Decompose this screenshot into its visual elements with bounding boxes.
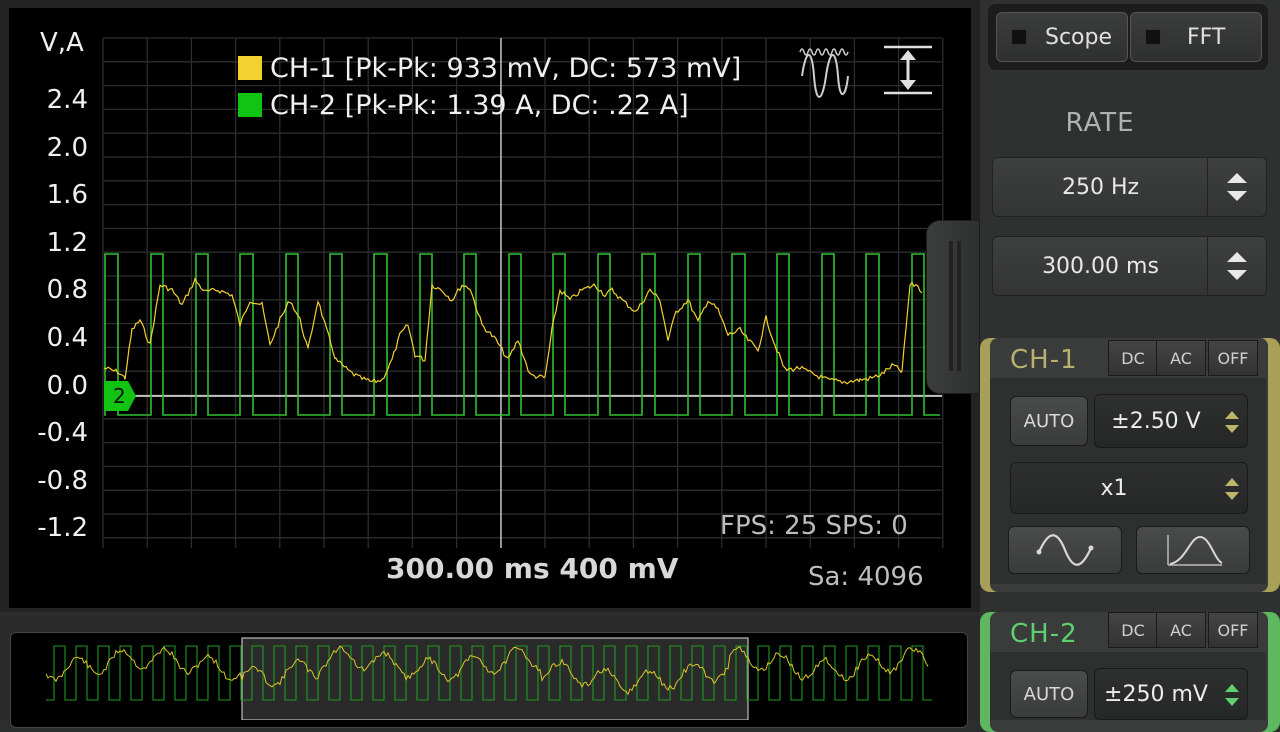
ch1-range-spinner[interactable]: ±2.50 V bbox=[1094, 394, 1248, 448]
legend-item-ch2: CH-2 [Pk-Pk: 1.39 A, DC: .22 A] bbox=[238, 86, 741, 124]
legend-swatch-ch2 bbox=[238, 93, 262, 117]
time-window-arrows-icon[interactable] bbox=[1207, 237, 1266, 295]
sample-rate-arrows-icon[interactable] bbox=[1207, 158, 1266, 216]
ch1-coupling-off[interactable]: OFF bbox=[1208, 340, 1258, 376]
panel-drag-handle[interactable] bbox=[926, 220, 980, 394]
y-tick-label: 1.6 bbox=[46, 180, 88, 211]
ch1-coupling-ac[interactable]: AC bbox=[1156, 340, 1206, 376]
y-tick-label: -0.4 bbox=[37, 418, 88, 449]
ch1-filter-button[interactable] bbox=[1136, 526, 1250, 574]
fft-mode-label: FFT bbox=[1187, 24, 1226, 50]
waveform-mode-icon[interactable] bbox=[798, 44, 852, 98]
y-tick-label: -0.8 bbox=[37, 465, 88, 496]
scope-mode-button[interactable]: Scope bbox=[996, 12, 1128, 62]
sample-rate-spinner[interactable]: 250 Hz bbox=[992, 157, 1267, 217]
timebase-readout: 300.00 ms 400 mV bbox=[386, 552, 679, 585]
scope-checkbox[interactable] bbox=[1011, 29, 1027, 45]
ch2-range-arrows-icon[interactable] bbox=[1219, 680, 1245, 710]
ch1-coupling-dc[interactable]: DC bbox=[1108, 340, 1158, 376]
scope-mode-label: Scope bbox=[1045, 24, 1113, 50]
ch2-coupling-ac[interactable]: AC bbox=[1156, 612, 1206, 648]
legend: CH-1 [Pk-Pk: 933 mV, DC: 573 mV] CH-2 [P… bbox=[238, 50, 741, 124]
y-tick-label: 2.4 bbox=[46, 85, 88, 115]
ch1-range-arrows-icon[interactable] bbox=[1219, 407, 1245, 437]
ch1-probe-arrows-icon[interactable] bbox=[1219, 474, 1245, 504]
y-tick-label: 1.2 bbox=[46, 227, 88, 258]
ch1-title: CH-1 bbox=[1010, 345, 1078, 375]
y-axis-unit: V,A bbox=[40, 28, 84, 58]
legend-label-ch2: CH-2 [Pk-Pk: 1.39 A, DC: .22 A] bbox=[270, 89, 689, 121]
ch2-auto-button[interactable]: AUTO bbox=[1010, 670, 1088, 718]
ch1-waveform-button[interactable] bbox=[1008, 526, 1122, 574]
fft-checkbox[interactable] bbox=[1145, 29, 1161, 45]
sample-rate-value: 250 Hz bbox=[1061, 174, 1140, 200]
time-window-spinner[interactable]: 300.00 ms bbox=[992, 236, 1267, 296]
legend-swatch-ch1 bbox=[238, 56, 262, 80]
ch2-coupling-off[interactable]: OFF bbox=[1208, 612, 1258, 648]
fft-mode-button[interactable]: FFT bbox=[1130, 12, 1262, 62]
ch1-range-value: ±2.50 V bbox=[1111, 408, 1201, 434]
ch2-range-spinner[interactable]: ±250 mV bbox=[1094, 668, 1248, 720]
filter-curve-icon bbox=[1167, 535, 1223, 566]
y-tick-label: 2.0 bbox=[46, 132, 88, 163]
sample-count: Sa: 4096 bbox=[808, 562, 924, 592]
ch2-range-value: ±250 mV bbox=[1104, 681, 1208, 707]
y-tick-label: 0.4 bbox=[46, 323, 88, 353]
y-tick-label: -1.2 bbox=[37, 513, 88, 544]
ch2-title: CH-2 bbox=[1010, 619, 1078, 649]
ch1-probe-value: x1 bbox=[1100, 475, 1128, 501]
ch2-coupling-dc[interactable]: DC bbox=[1108, 612, 1158, 648]
ch1-trace bbox=[103, 277, 923, 385]
ch1-probe-spinner[interactable]: x1 bbox=[1010, 462, 1248, 514]
legend-item-ch1: CH-1 [Pk-Pk: 933 mV, DC: 573 mV] bbox=[238, 50, 741, 86]
y-tick-label: 0.0 bbox=[46, 370, 88, 401]
rate-heading: RATE bbox=[1065, 108, 1135, 138]
sine-wave-icon bbox=[1036, 534, 1094, 566]
autoscale-icon[interactable] bbox=[882, 44, 934, 98]
legend-label-ch1: CH-1 [Pk-Pk: 933 mV, DC: 573 mV] bbox=[270, 52, 742, 84]
ch2-trace bbox=[104, 253, 940, 416]
fps-sps-readout: FPS: 25 SPS: 0 bbox=[720, 511, 908, 541]
overview-plot[interactable] bbox=[0, 616, 980, 720]
ch1-auto-button[interactable]: AUTO bbox=[1010, 396, 1088, 446]
time-window-value: 300.00 ms bbox=[1042, 253, 1159, 279]
y-tick-label: 0.8 bbox=[46, 275, 88, 306]
ch2-marker-label: 2 bbox=[113, 384, 126, 408]
